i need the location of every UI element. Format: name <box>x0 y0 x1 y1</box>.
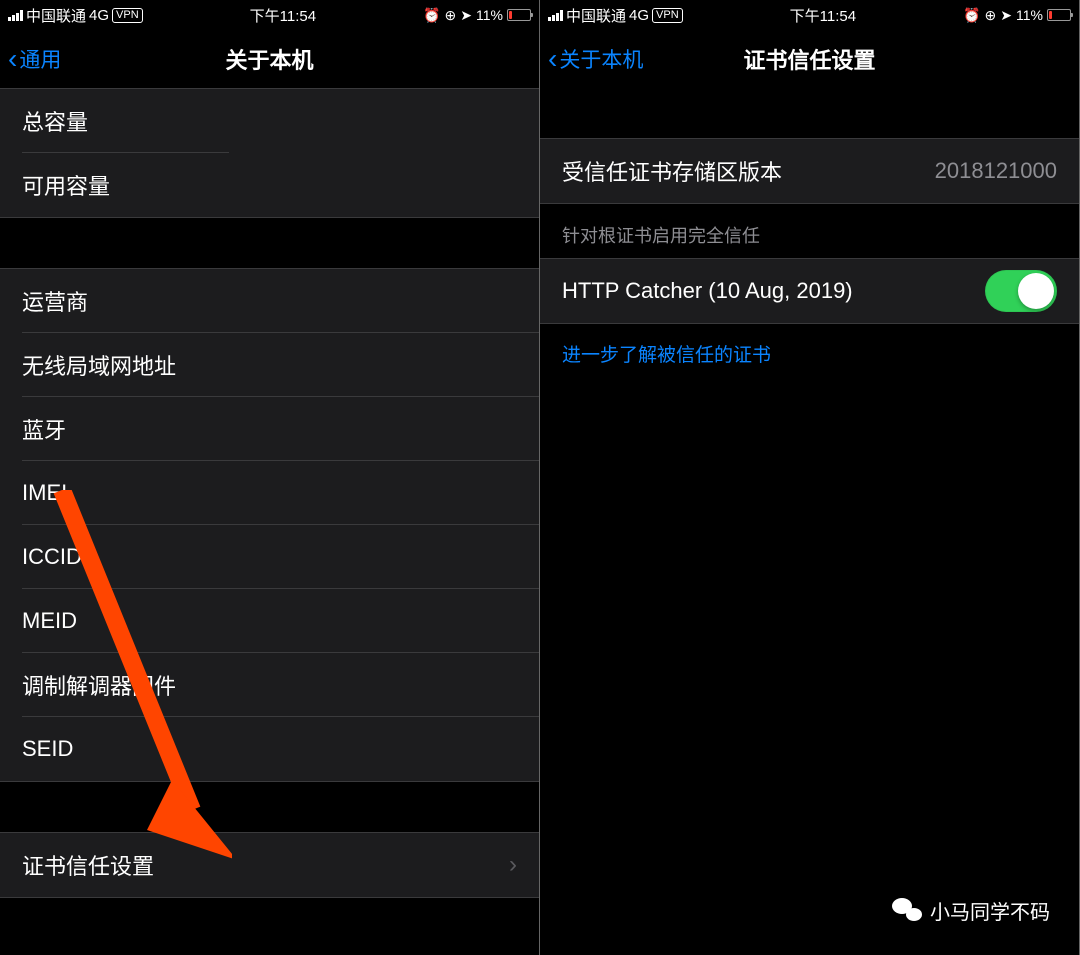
imei-row[interactable]: IMEI <box>0 461 539 525</box>
cert-section: 证书信任设置 › <box>0 832 539 898</box>
back-label: 关于本机 <box>559 44 643 74</box>
carrier-label: 中国联通 <box>566 5 626 26</box>
full-trust-section-header: 针对根证书启用完全信任 <box>540 204 1079 258</box>
page-title: 证书信任设置 <box>743 43 875 75</box>
status-right: ⏰ ⊕ ➤ 11% <box>423 7 531 24</box>
available-capacity-row[interactable]: 可用容量 <box>0 153 539 217</box>
nav-bar: ‹ 关于本机 证书信任设置 <box>540 30 1079 88</box>
vpn-badge: VPN <box>112 8 143 23</box>
battery-percent: 11% <box>1016 7 1043 23</box>
status-right: ⏰ ⊕ ➤ 11% <box>963 7 1071 24</box>
trust-store-version: 2018121000 <box>935 158 1057 184</box>
section-gap <box>540 88 1079 138</box>
chevron-left-icon: ‹ <box>8 45 17 73</box>
watermark-text: 小马同学不码 <box>930 896 1050 925</box>
status-time: 下午11:54 <box>250 5 316 26</box>
watermark: 小马同学不码 <box>892 896 1050 925</box>
capacity-section: 总容量 可用容量 <box>0 88 539 218</box>
carrier-row-label: 运营商 <box>22 285 88 317</box>
modem-firmware-label: 调制解调器固件 <box>22 669 176 701</box>
alarm-icon: ⏰ <box>423 7 440 24</box>
location-icon: ➤ <box>460 7 472 24</box>
learn-more-link[interactable]: 进一步了解被信任的证书 <box>540 324 1079 383</box>
status-time: 下午11:54 <box>790 5 856 26</box>
signal-icon <box>548 10 563 21</box>
cert-name-label: HTTP Catcher (10 Aug, 2019) <box>562 278 853 304</box>
carrier-label: 中国联通 <box>26 5 86 26</box>
cert-trust-toggle[interactable] <box>985 270 1057 312</box>
battery-percent: 11% <box>476 7 503 23</box>
trust-store-version-row[interactable]: 受信任证书存储区版本 2018121000 <box>540 139 1079 203</box>
left-phone-screen: 中国联通 4G VPN 下午11:54 ⏰ ⊕ ➤ 11% ‹ 通用 关于本机 … <box>0 0 540 955</box>
back-button[interactable]: ‹ 关于本机 <box>548 44 643 74</box>
back-button[interactable]: ‹ 通用 <box>8 44 61 74</box>
cert-trust-row[interactable]: 证书信任设置 › <box>0 833 539 897</box>
available-capacity-label: 可用容量 <box>22 169 110 201</box>
chevron-right-icon: › <box>509 851 517 879</box>
lock-rotation-icon: ⊕ <box>985 7 997 24</box>
status-left: 中国联通 4G VPN <box>548 5 683 26</box>
modem-firmware-row[interactable]: 调制解调器固件 <box>0 653 539 717</box>
device-info-section: 运营商 无线局域网地址 蓝牙 IMEI ICCID MEID 调制解调器固件 S… <box>0 268 539 782</box>
meid-row[interactable]: MEID <box>0 589 539 653</box>
alarm-icon: ⏰ <box>963 7 980 24</box>
cert-trust-label: 证书信任设置 <box>22 849 154 881</box>
nav-bar: ‹ 通用 关于本机 <box>0 30 539 88</box>
trust-store-label: 受信任证书存储区版本 <box>562 155 782 187</box>
status-bar: 中国联通 4G VPN 下午11:54 ⏰ ⊕ ➤ 11% <box>540 0 1079 30</box>
meid-label: MEID <box>22 608 77 634</box>
back-label: 通用 <box>19 44 61 74</box>
location-icon: ➤ <box>1000 7 1012 24</box>
network-label: 4G <box>89 7 109 24</box>
page-title: 关于本机 <box>225 43 313 75</box>
section-gap <box>0 782 539 832</box>
total-capacity-label: 总容量 <box>22 105 88 137</box>
network-label: 4G <box>629 7 649 24</box>
signal-icon <box>8 10 23 21</box>
wifi-address-label: 无线局域网地址 <box>22 349 176 381</box>
root-cert-section: HTTP Catcher (10 Aug, 2019) <box>540 258 1079 324</box>
carrier-row[interactable]: 运营商 <box>0 269 539 333</box>
bluetooth-label: 蓝牙 <box>22 413 66 445</box>
wifi-address-row[interactable]: 无线局域网地址 <box>0 333 539 397</box>
right-phone-screen: 中国联通 4G VPN 下午11:54 ⏰ ⊕ ➤ 11% ‹ 关于本机 证书信… <box>540 0 1080 955</box>
trust-store-section: 受信任证书存储区版本 2018121000 <box>540 138 1079 204</box>
status-left: 中国联通 4G VPN <box>8 5 143 26</box>
iccid-row[interactable]: ICCID <box>0 525 539 589</box>
battery-icon <box>507 9 531 21</box>
lock-rotation-icon: ⊕ <box>445 7 457 24</box>
bluetooth-row[interactable]: 蓝牙 <box>0 397 539 461</box>
chevron-left-icon: ‹ <box>548 45 557 73</box>
battery-icon <box>1047 9 1071 21</box>
vpn-badge: VPN <box>652 8 683 23</box>
iccid-label: ICCID <box>22 544 82 570</box>
seid-row[interactable]: SEID <box>0 717 539 781</box>
total-capacity-row[interactable]: 总容量 <box>0 89 539 153</box>
seid-label: SEID <box>22 736 73 762</box>
imei-label: IMEI <box>22 480 67 506</box>
http-catcher-cert-row[interactable]: HTTP Catcher (10 Aug, 2019) <box>540 259 1079 323</box>
status-bar: 中国联通 4G VPN 下午11:54 ⏰ ⊕ ➤ 11% <box>0 0 539 30</box>
section-gap <box>0 218 539 268</box>
wechat-icon <box>892 898 922 923</box>
